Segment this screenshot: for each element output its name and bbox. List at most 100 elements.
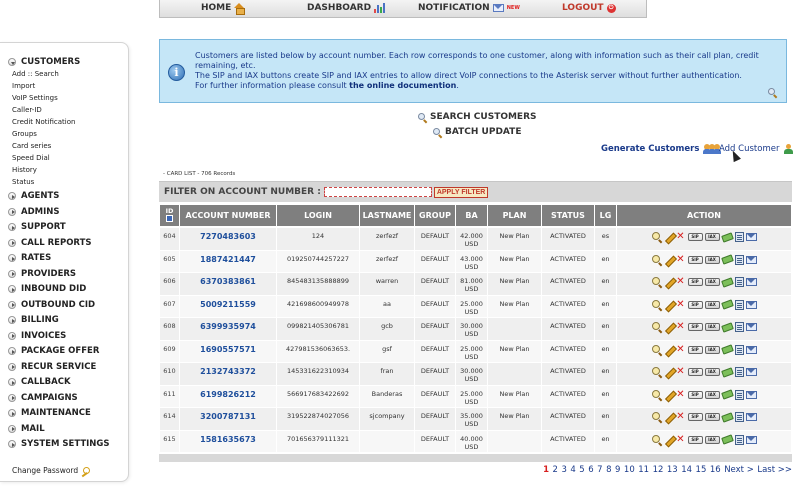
sidebar-section-admins[interactable]: ADMINS bbox=[8, 207, 60, 217]
invoice-icon[interactable] bbox=[734, 367, 744, 377]
sidebar-item-voip-settings[interactable]: VoIP Settings bbox=[12, 94, 58, 102]
cell-account-number[interactable]: 6399935974 bbox=[180, 318, 276, 341]
sidebar-section-system-settings[interactable]: SYSTEM SETTINGS bbox=[8, 439, 110, 449]
sip-icon[interactable]: SIP bbox=[687, 278, 703, 286]
delete-icon[interactable]: ✕ bbox=[676, 232, 686, 242]
iax-icon[interactable]: IAX bbox=[704, 413, 720, 421]
invoice-icon[interactable] bbox=[734, 277, 744, 287]
page-link[interactable]: 11 bbox=[638, 465, 649, 475]
sip-icon[interactable]: SIP bbox=[687, 368, 703, 376]
invoice-icon[interactable] bbox=[734, 232, 744, 242]
cell-account-number[interactable]: 1887421447 bbox=[180, 250, 276, 273]
col-id[interactable]: ID bbox=[160, 205, 179, 228]
money-icon[interactable] bbox=[720, 231, 734, 243]
mail-icon[interactable] bbox=[745, 390, 757, 399]
sip-icon[interactable]: SIP bbox=[687, 300, 703, 309]
page-link[interactable]: 8 bbox=[606, 465, 611, 475]
generate-customers-link[interactable]: Generate Customers bbox=[601, 144, 722, 154]
last-page-link[interactable]: Last >> bbox=[757, 465, 792, 475]
sidebar-item-import[interactable]: Import bbox=[12, 82, 35, 90]
magnifier-icon[interactable] bbox=[651, 434, 662, 445]
magnifier-icon[interactable] bbox=[651, 232, 662, 242]
iax-icon[interactable]: IAX bbox=[704, 300, 720, 309]
delete-icon[interactable]: ✕ bbox=[676, 299, 686, 310]
next-page-link[interactable]: Next > bbox=[724, 465, 754, 475]
iax-icon[interactable]: IAX bbox=[704, 390, 720, 399]
sidebar-section-outbound-cid[interactable]: OUTBOUND CID bbox=[8, 300, 95, 310]
edit-icon[interactable] bbox=[664, 255, 674, 265]
money-icon[interactable] bbox=[720, 389, 734, 400]
magnifier-icon[interactable] bbox=[651, 299, 662, 310]
magnifier-icon[interactable] bbox=[651, 254, 662, 265]
money-icon[interactable] bbox=[720, 344, 734, 355]
iax-icon[interactable]: IAX bbox=[704, 255, 720, 264]
cell-account-number[interactable]: 3200787131 bbox=[180, 408, 276, 431]
cell-account-number[interactable]: 1581635673 bbox=[180, 430, 276, 453]
page-link[interactable]: 10 bbox=[624, 465, 635, 475]
cell-account-number[interactable]: 7270483603 bbox=[180, 228, 276, 251]
edit-icon[interactable] bbox=[664, 435, 674, 445]
mail-icon[interactable] bbox=[745, 413, 757, 421]
page-link[interactable]: 16 bbox=[710, 465, 721, 475]
magnifier-icon[interactable] bbox=[651, 322, 662, 332]
page-link[interactable]: 14 bbox=[681, 465, 692, 475]
invoice-icon[interactable] bbox=[734, 322, 744, 332]
money-icon[interactable] bbox=[720, 434, 734, 445]
iax-icon[interactable]: IAX bbox=[704, 233, 720, 241]
delete-icon[interactable]: ✕ bbox=[676, 344, 686, 355]
sidebar-section-customers[interactable]: CUSTOMERS bbox=[8, 57, 80, 67]
sidebar-item-status[interactable]: Status bbox=[12, 178, 34, 186]
page-link[interactable]: 5 bbox=[579, 465, 584, 475]
invoice-icon[interactable] bbox=[734, 299, 744, 310]
col-group[interactable]: GROUP bbox=[415, 205, 455, 228]
mail-icon[interactable] bbox=[745, 435, 757, 444]
page-link[interactable]: 13 bbox=[667, 465, 678, 475]
edit-icon[interactable] bbox=[664, 412, 674, 422]
delete-icon[interactable]: ✕ bbox=[676, 367, 686, 377]
page-link[interactable]: 12 bbox=[653, 465, 664, 475]
zoom-icon[interactable] bbox=[768, 88, 778, 98]
page-link[interactable]: 15 bbox=[696, 465, 707, 475]
edit-icon[interactable] bbox=[664, 345, 674, 355]
edit-icon[interactable] bbox=[664, 390, 674, 400]
sidebar-section-providers[interactable]: PROVIDERS bbox=[8, 269, 76, 279]
mail-icon[interactable] bbox=[745, 300, 757, 309]
col-account-number[interactable]: ACCOUNT NUMBER bbox=[180, 205, 276, 228]
invoice-icon[interactable] bbox=[734, 412, 744, 422]
iax-icon[interactable]: IAX bbox=[704, 323, 720, 331]
mail-icon[interactable] bbox=[745, 278, 757, 286]
cell-account-number[interactable]: 6370383861 bbox=[180, 273, 276, 296]
sidebar-section-callback[interactable]: CALLBACK bbox=[8, 377, 71, 387]
col-lastname[interactable]: LASTNAME bbox=[360, 205, 414, 228]
horizontal-scrollbar[interactable] bbox=[159, 454, 792, 462]
col-plan[interactable]: PLAN bbox=[488, 205, 541, 228]
delete-icon[interactable]: ✕ bbox=[676, 277, 686, 287]
page-link[interactable]: 1 bbox=[543, 465, 549, 475]
page-link[interactable]: 6 bbox=[588, 465, 593, 475]
sidebar-item-history[interactable]: History bbox=[12, 166, 37, 174]
nav-logout[interactable]: LOGOUT ⏻ bbox=[562, 3, 616, 13]
magnifier-icon[interactable] bbox=[651, 367, 662, 377]
sidebar-section-billing[interactable]: BILLING bbox=[8, 315, 59, 325]
mail-icon[interactable] bbox=[745, 368, 757, 376]
iax-icon[interactable]: IAX bbox=[704, 435, 720, 444]
money-icon[interactable] bbox=[720, 411, 734, 423]
delete-icon[interactable]: ✕ bbox=[676, 434, 686, 445]
nav-dashboard[interactable]: DASHBOARD bbox=[307, 3, 386, 13]
sidebar-section-rates[interactable]: RATES bbox=[8, 253, 51, 263]
sidebar-section-inbound-did[interactable]: INBOUND DID bbox=[8, 284, 86, 294]
search-customers-link[interactable]: SEARCH CUSTOMERS bbox=[418, 112, 537, 122]
col-lg[interactable]: LG bbox=[595, 205, 616, 228]
money-icon[interactable] bbox=[720, 321, 734, 333]
magnifier-icon[interactable] bbox=[651, 344, 662, 355]
sidebar-section-invoices[interactable]: INVOICES bbox=[8, 331, 66, 341]
change-password-link[interactable]: Change Password bbox=[12, 466, 91, 475]
cell-account-number[interactable]: 6199826212 bbox=[180, 385, 276, 408]
delete-icon[interactable]: ✕ bbox=[676, 412, 686, 422]
page-link[interactable]: 4 bbox=[570, 465, 575, 475]
mail-icon[interactable] bbox=[745, 255, 757, 264]
sidebar-item-caller-id[interactable]: Caller-ID bbox=[12, 106, 42, 114]
sip-icon[interactable]: SIP bbox=[687, 255, 703, 264]
delete-icon[interactable]: ✕ bbox=[676, 322, 686, 332]
sidebar-item-add-search[interactable]: Add :: Search bbox=[12, 70, 59, 78]
